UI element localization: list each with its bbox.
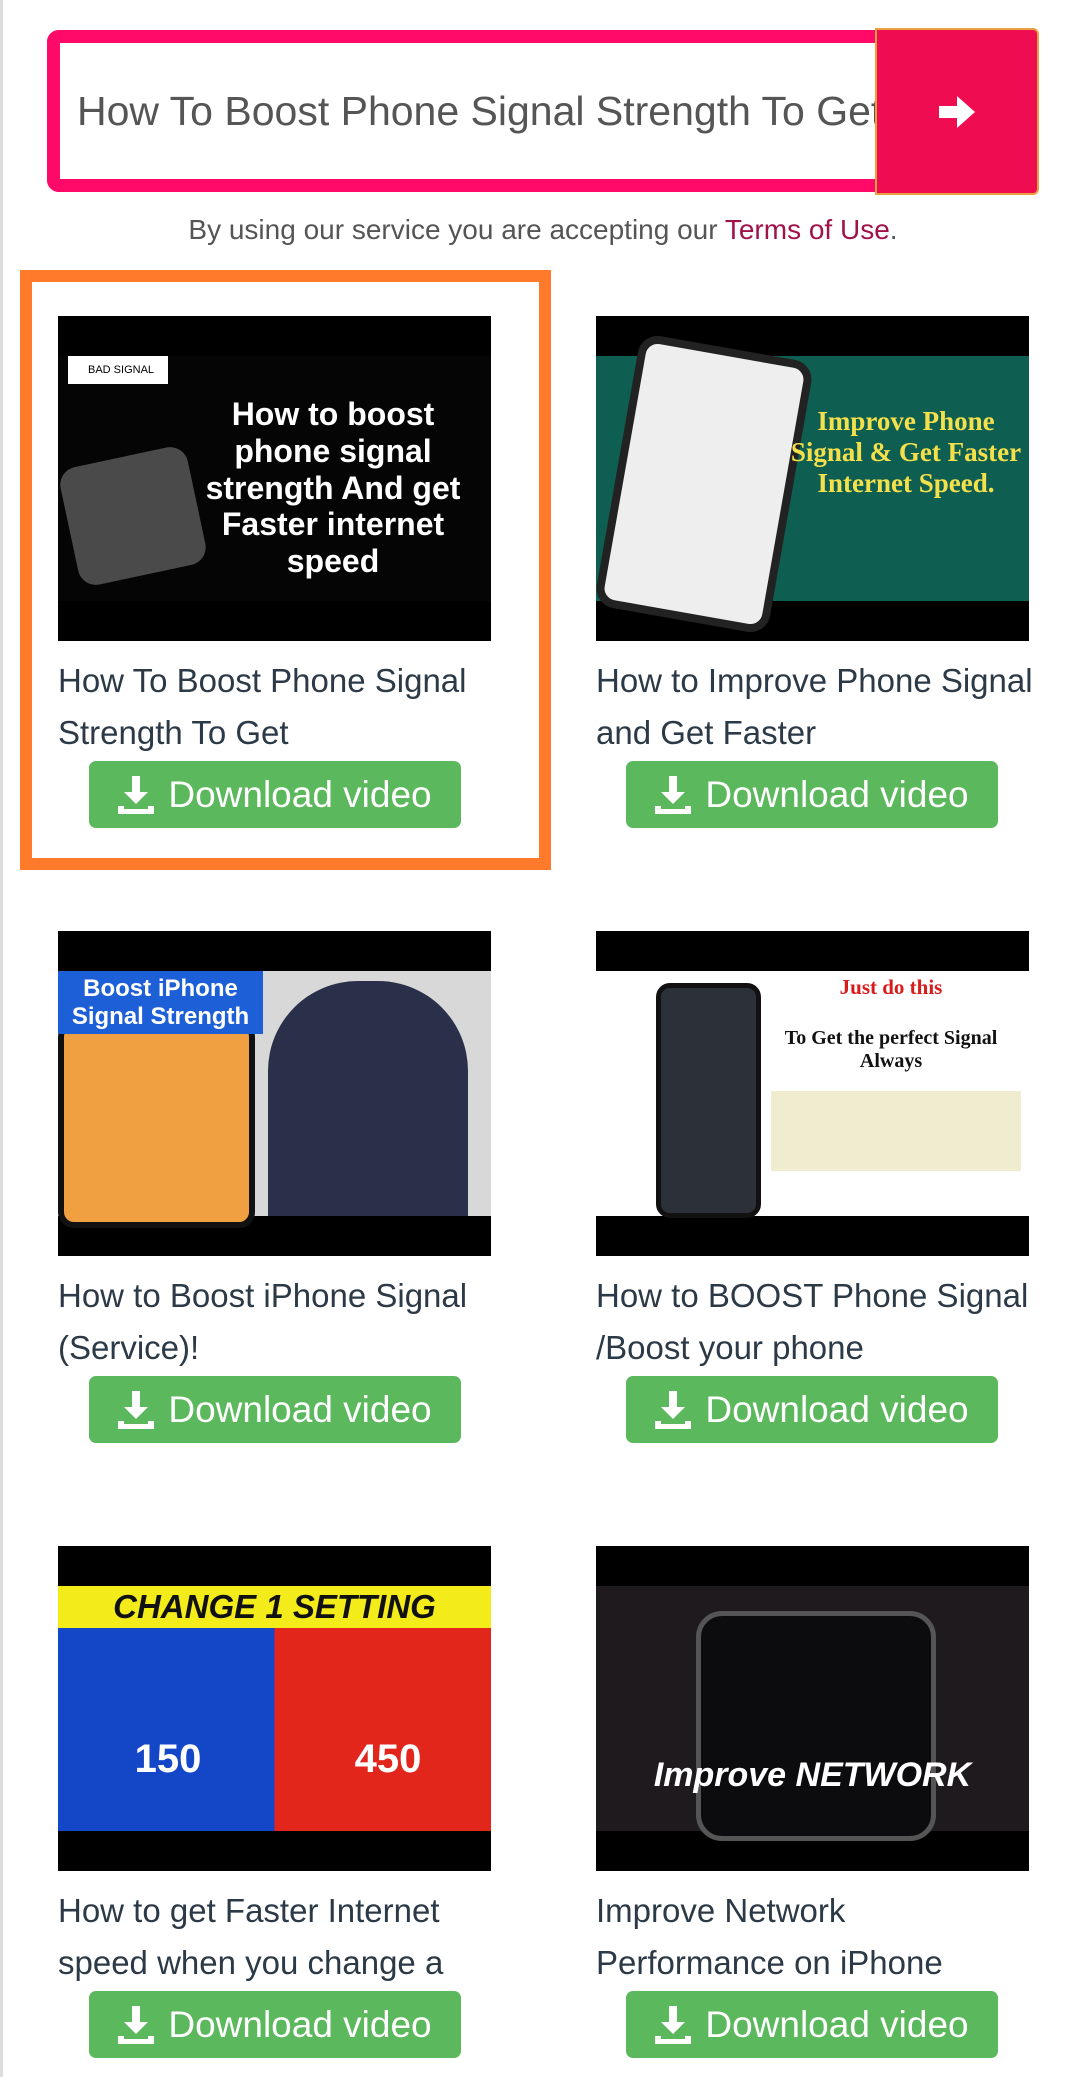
terms-notice: By using our service you are accepting o… [3,214,1080,246]
thumb-text-2: To Get the perfect Signal Always [784,1027,998,1072]
download-icon [118,775,155,814]
thumb-text: CHANGE 1 SETTING [58,1586,491,1628]
video-title[interactable]: Improve Network Performance on iPhone [596,1885,1036,1989]
download-icon [118,2005,155,2044]
video-card: Improve Phone Signal & Get Faster Intern… [596,316,1033,828]
video-title[interactable]: How To Boost Phone Signal Strength To Ge… [58,655,498,759]
thumb-text-3: 450 [354,1737,422,1781]
search-box [47,30,877,192]
video-title[interactable]: How to Boost iPhone Signal (Service)! [58,1270,498,1374]
video-thumbnail[interactable]: Just do this To Get the perfect Signal A… [596,931,1029,1256]
terms-of-use-link[interactable]: Terms of Use [725,214,890,245]
download-video-button[interactable]: Download video [89,761,461,828]
video-card: Just do this To Get the perfect Signal A… [596,931,1029,1443]
download-video-button[interactable]: Download video [626,1376,998,1443]
thumb-text: How to boost phone signal strength And g… [205,396,461,580]
video-card: BAD SIGNAL How to boost phone signal str… [58,316,491,828]
thumb-text: Improve Phone Signal & Get Faster Intern… [790,406,1022,499]
video-title[interactable]: How to BOOST Phone Signal /Boost your ph… [596,1270,1036,1374]
video-thumbnail[interactable]: Improve NETWORK [596,1546,1029,1871]
download-video-button[interactable]: Download video [626,1991,998,2058]
download-label: Download video [168,2003,432,2045]
download-icon [655,1390,692,1429]
download-label: Download video [168,1388,432,1430]
video-card: Improve NETWORK Improve Network Performa… [596,1546,1029,2058]
search-submit-button[interactable] [875,28,1039,195]
thumb-text-2: 150 [134,1737,202,1781]
arrow-right-icon [939,95,975,128]
video-thumbnail[interactable]: CHANGE 1 SETTING 150 450 [58,1546,491,1871]
download-icon [655,775,692,814]
video-card: CHANGE 1 SETTING 150 450 How to get Fast… [58,1546,491,2058]
download-label: Download video [168,773,432,815]
thumb-text: Boost iPhone Signal Strength [58,971,263,1035]
video-card: Boost iPhone Signal Strength How to Boos… [58,931,491,1443]
video-thumbnail[interactable]: BAD SIGNAL How to boost phone signal str… [58,316,491,641]
download-icon [118,1390,155,1429]
video-title[interactable]: How to get Faster Internet speed when yo… [58,1885,498,1989]
search-input[interactable] [60,87,877,135]
thumb-badge: BAD SIGNAL [68,356,168,384]
terms-text: By using our service you are accepting o… [188,214,725,245]
download-video-button[interactable]: Download video [626,761,998,828]
download-label: Download video [705,1388,969,1430]
video-thumbnail[interactable]: Improve Phone Signal & Get Faster Intern… [596,316,1029,641]
video-title[interactable]: How to Improve Phone Signal and Get Fast… [596,655,1036,759]
video-thumbnail[interactable]: Boost iPhone Signal Strength [58,931,491,1256]
download-icon [655,2005,692,2044]
thumb-text: Improve NETWORK [653,1756,972,1794]
download-video-button[interactable]: Download video [89,1376,461,1443]
download-video-button[interactable]: Download video [89,1991,461,2058]
thumb-text: Just do this [839,975,943,999]
download-label: Download video [705,2003,969,2045]
download-label: Download video [705,773,969,815]
terms-period: . [889,214,898,245]
